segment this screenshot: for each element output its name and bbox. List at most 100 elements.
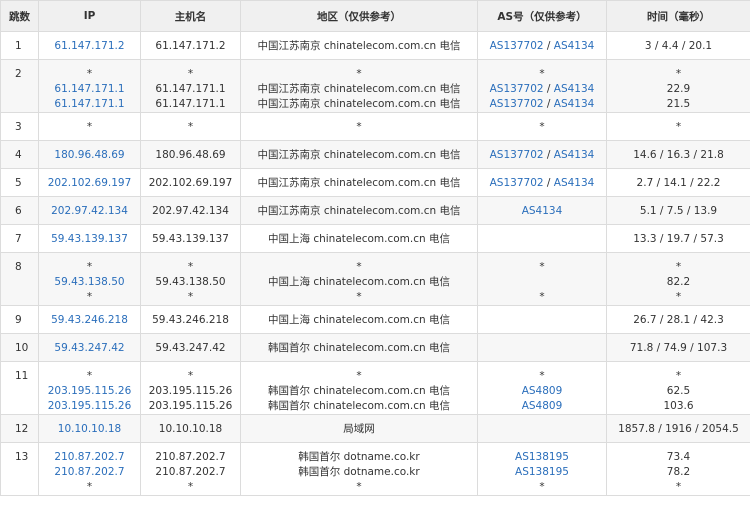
hop-number: 2 <box>0 59 39 113</box>
as-link[interactable]: AS4134 <box>522 205 563 217</box>
as-link[interactable]: AS137702 <box>490 83 544 95</box>
time-line: 22.9 <box>666 83 691 95</box>
region-cell: 韩国首尔 dotname.co.kr 韩国首尔 dotname.co.kr * <box>240 442 478 496</box>
hostname-line: 210.87.202.7 <box>155 466 226 478</box>
region-cell: * <box>240 112 478 141</box>
time-line: 103.6 <box>663 400 694 412</box>
hostname-cell: 61.147.171.2 <box>140 31 241 60</box>
as-link[interactable]: AS4134 <box>554 177 595 189</box>
ip-link[interactable]: 203.195.115.26 <box>48 385 132 397</box>
as-link[interactable]: AS4134 <box>554 83 595 95</box>
hostname-cell: 180.96.48.69 <box>140 140 241 169</box>
ip-star: * <box>86 261 93 273</box>
ip-link[interactable]: 61.147.171.2 <box>54 40 124 52</box>
ip-link[interactable]: 59.43.247.42 <box>54 342 124 354</box>
region-cell: 韩国首尔 chinatelecom.com.cn 电信 <box>240 333 478 362</box>
as-separator: / <box>543 176 554 189</box>
ip-cell: 202.102.69.197 <box>38 168 141 197</box>
time-cell: 3 / 4.4 / 20.1 <box>606 31 750 60</box>
as-link[interactable]: AS4809 <box>522 400 563 412</box>
hop-number: 1 <box>0 31 39 60</box>
ip-link[interactable]: 180.96.48.69 <box>54 149 124 161</box>
as-link[interactable]: AS4134 <box>554 149 595 161</box>
ip-cell: * 203.195.115.26 203.195.115.26 <box>38 361 141 415</box>
table-row: 5 202.102.69.197 202.102.69.197 中国江苏南京 c… <box>0 168 750 197</box>
header-ip: IP <box>38 0 141 32</box>
ip-link[interactable]: 210.87.202.7 <box>54 451 124 463</box>
hostname-line: 210.87.202.7 <box>155 451 226 463</box>
region-cell: 局域网 <box>240 414 478 443</box>
as-link[interactable]: AS137702 <box>490 177 544 189</box>
table-row: 2 * 61.147.171.1 61.147.171.1 * 61.147.1… <box>0 59 750 113</box>
region-line: 中国江苏南京 chinatelecom.com.cn 电信 <box>257 83 461 95</box>
as-cell <box>477 305 607 334</box>
as-star: * <box>539 261 545 273</box>
header-as: AS号（仅供参考） <box>477 0 607 32</box>
region-cell: 中国江苏南京 chinatelecom.com.cn 电信 <box>240 31 478 60</box>
time-line: * <box>675 68 682 80</box>
hop-number: 6 <box>0 196 39 225</box>
ip-link[interactable]: 59.43.139.137 <box>51 233 128 245</box>
table-row: 10 59.43.247.42 59.43.247.42 韩国首尔 chinat… <box>0 333 750 362</box>
as-cell <box>477 333 607 362</box>
hostname-cell: 10.10.10.18 <box>140 414 241 443</box>
as-cell: * * <box>477 252 607 306</box>
region-line: * <box>356 261 362 273</box>
hop-number: 10 <box>0 333 39 362</box>
as-link[interactable]: AS4134 <box>554 40 595 52</box>
hostname-line: 61.147.171.1 <box>155 98 226 110</box>
region-line: * <box>356 68 362 80</box>
ip-link[interactable]: 10.10.10.18 <box>58 423 121 435</box>
region-line: * <box>356 370 362 382</box>
as-link[interactable]: AS138195 <box>515 451 569 463</box>
hop-number: 9 <box>0 305 39 334</box>
ip-cell: 202.97.42.134 <box>38 196 141 225</box>
as-cell: AS138195 AS138195 * <box>477 442 607 496</box>
ip-link[interactable]: 210.87.202.7 <box>54 466 124 478</box>
as-cell: * AS137702 / AS4134 AS137702 / AS4134 <box>477 59 607 113</box>
time-cell: 13.3 / 19.7 / 57.3 <box>606 224 750 253</box>
ip-star: * <box>86 481 93 493</box>
ip-cell: * 59.43.138.50 * <box>38 252 141 306</box>
time-cell: * 62.5 103.6 <box>606 361 750 415</box>
region-cell: 中国上海 chinatelecom.com.cn 电信 <box>240 305 478 334</box>
as-link[interactable]: AS137702 <box>490 98 544 110</box>
ip-cell: 10.10.10.18 <box>38 414 141 443</box>
table-row: 1 61.147.171.2 61.147.171.2 中国江苏南京 china… <box>0 31 750 60</box>
ip-link[interactable]: 59.43.246.218 <box>51 314 128 326</box>
time-cell: 1857.8 / 1916 / 2054.5 <box>606 414 750 443</box>
hostname-cell: * 59.43.138.50 * <box>140 252 241 306</box>
as-empty <box>480 275 604 290</box>
ip-cell: 59.43.247.42 <box>38 333 141 362</box>
ip-link[interactable]: 203.195.115.26 <box>48 400 132 412</box>
as-link[interactable]: AS137702 <box>490 40 544 52</box>
ip-link[interactable]: 61.147.171.1 <box>54 83 124 95</box>
time-line: * <box>675 261 682 273</box>
time-cell: 71.8 / 74.9 / 107.3 <box>606 333 750 362</box>
ip-cell: 59.43.139.137 <box>38 224 141 253</box>
as-cell: AS137702 / AS4134 <box>477 140 607 169</box>
time-cell: 2.7 / 14.1 / 22.2 <box>606 168 750 197</box>
table-row: 11 * 203.195.115.26 203.195.115.26 * 203… <box>0 361 750 415</box>
ip-link[interactable]: 202.102.69.197 <box>48 177 132 189</box>
hostname-cell: 202.97.42.134 <box>140 196 241 225</box>
as-cell <box>477 224 607 253</box>
as-link[interactable]: AS138195 <box>515 466 569 478</box>
table-row: 6 202.97.42.134 202.97.42.134 中国江苏南京 chi… <box>0 196 750 225</box>
as-link[interactable]: AS4809 <box>522 385 563 397</box>
ip-cell: 210.87.202.7 210.87.202.7 * <box>38 442 141 496</box>
region-cell: * 中国上海 chinatelecom.com.cn 电信 * <box>240 252 478 306</box>
hostname-line: 59.43.138.50 <box>155 276 226 288</box>
region-cell: 中国江苏南京 chinatelecom.com.cn 电信 <box>240 140 478 169</box>
as-separator: / <box>543 98 554 110</box>
hostname-line: * <box>187 291 194 303</box>
as-link[interactable]: AS137702 <box>490 149 544 161</box>
ip-cell: * <box>38 112 141 141</box>
as-cell: * <box>477 112 607 141</box>
as-link[interactable]: AS4134 <box>554 98 595 110</box>
ip-link[interactable]: 202.97.42.134 <box>51 205 128 217</box>
as-cell: AS137702 / AS4134 <box>477 31 607 60</box>
ip-link[interactable]: 61.147.171.1 <box>54 98 124 110</box>
ip-link[interactable]: 59.43.138.50 <box>54 276 124 288</box>
hostname-line: * <box>187 68 194 80</box>
